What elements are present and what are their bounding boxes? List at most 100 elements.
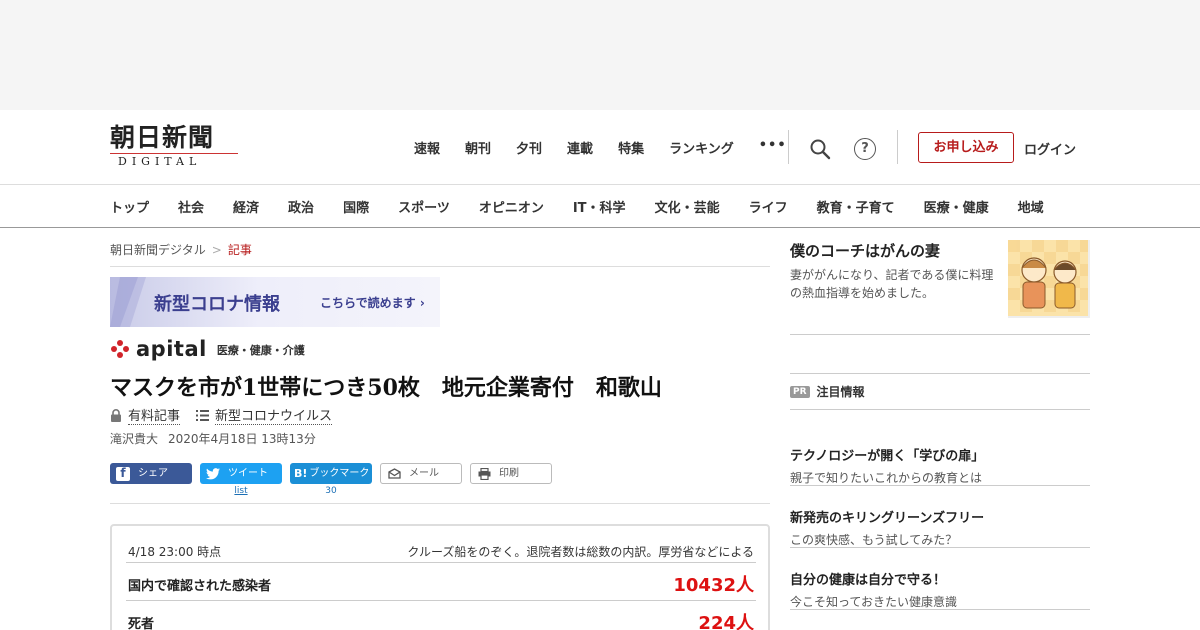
corona-info-banner[interactable]: 新型コロナ情報 こちらで読めます ›	[110, 277, 440, 327]
breadcrumb: 朝日新聞デジタル > 記事	[110, 241, 252, 258]
twitter-share-button[interactable]: ツイート	[200, 463, 282, 484]
divider	[790, 334, 1090, 335]
author-name: 滝沢貴大	[110, 432, 159, 446]
logo-main-text: 朝日新聞	[110, 123, 215, 152]
byline: 滝沢貴大 2020年4月18日 13時13分	[110, 430, 316, 447]
covid-note: クルーズ船をのぞく。退院者数は総数の内訳。厚労省などによる	[407, 545, 754, 559]
site-logo[interactable]: 朝日新聞 DIGITAL	[110, 124, 245, 174]
genre-culture[interactable]: 文化・芸能	[655, 197, 720, 216]
breadcrumb-current: 記事	[227, 243, 252, 257]
ad-placeholder	[0, 0, 1200, 110]
pr-item-title: 新発売のキリングリーンズフリー	[790, 511, 985, 526]
pr-label: 注目情報	[816, 385, 865, 399]
print-label: 印刷	[499, 468, 519, 479]
hatena-bookmark-label: ブックマーク	[309, 468, 370, 479]
covid-stat-label: 国内で確認された感染者	[128, 579, 272, 594]
hatena-bookmark-button[interactable]: B! ブックマーク	[290, 463, 372, 484]
twitter-count[interactable]: list	[200, 486, 282, 496]
pr-item-desc: 親子で知りたいこれからの教育とは	[790, 471, 983, 485]
pr-item[interactable]: 新発売のキリングリーンズフリー この爽快感、もう試してみた？	[790, 507, 1090, 548]
hatena-count[interactable]: 30	[290, 486, 372, 496]
feature-illustration[interactable]	[1008, 240, 1090, 318]
logo-underline	[110, 153, 238, 154]
help-icon[interactable]: ?	[854, 138, 876, 160]
genre-politics[interactable]: 政治	[288, 197, 314, 216]
pr-item[interactable]: 自分の健康は自分で守る！ 今こそ知っておきたい健康意識	[790, 569, 1090, 610]
subscribe-button[interactable]: お申し込み	[918, 132, 1014, 163]
list-icon	[196, 409, 210, 421]
covid-stat-value: 10432人	[673, 575, 754, 596]
apital-category: 医療・健康・介護	[216, 344, 305, 357]
publish-date: 2020年4月18日 13時13分	[168, 432, 316, 446]
more-menu-icon[interactable]: •••	[759, 138, 787, 157]
banner-link[interactable]: こちらで読めます ›	[320, 294, 425, 311]
paid-article-label: 有料記事	[128, 405, 181, 425]
divider	[790, 547, 1090, 548]
lock-icon	[111, 408, 121, 422]
topic-tag[interactable]: 新型コロナウイルス	[196, 405, 333, 425]
paid-article-tag[interactable]: 有料記事	[110, 405, 181, 425]
covid-stat-label: 死者	[128, 617, 155, 630]
mail-share-label: メール	[409, 468, 439, 479]
print-button[interactable]: 印刷	[470, 463, 552, 484]
topnav-ranking[interactable]: ランキング	[669, 138, 734, 157]
topnav-sokuho[interactable]: 速報	[414, 138, 440, 157]
facebook-share-button[interactable]: f シェア	[110, 463, 192, 484]
pr-item-desc: この爽快感、もう試してみた？	[790, 533, 958, 547]
breadcrumb-separator: >	[211, 243, 222, 257]
genre-sports[interactable]: スポーツ	[398, 197, 450, 216]
genre-life[interactable]: ライフ	[749, 197, 788, 216]
covid-stats-box: 4/18 23:00 時点 クルーズ船をのぞく。退院者数は総数の内訳。厚労省など…	[110, 524, 770, 630]
apital-wordmark: apital	[136, 337, 207, 361]
apital-dots-icon	[110, 339, 132, 359]
mail-share-button[interactable]: メール	[380, 463, 462, 484]
apital-logo: apital	[110, 338, 207, 360]
genre-opinion[interactable]: オピニオン	[479, 197, 544, 216]
pr-badge: PR	[790, 385, 810, 398]
covid-stat-value: 224人	[698, 613, 754, 630]
logo-sub-text: DIGITAL	[118, 155, 202, 168]
divider	[790, 485, 1090, 486]
site-header: 朝日新聞 DIGITAL 速報 朝刊 夕刊 連載 特集 ランキング ••• ? …	[0, 110, 1200, 185]
pr-item-title: テクノロジーが開く「学びの扉」	[790, 449, 985, 464]
apital-section-label[interactable]: apital 医療・健康・介護	[110, 336, 305, 360]
search-icon[interactable]	[808, 137, 832, 161]
divider	[790, 373, 1090, 374]
divider	[110, 503, 770, 504]
genre-society[interactable]: 社会	[178, 197, 204, 216]
twitter-share-label: ツイート	[228, 468, 268, 479]
article-tags: 有料記事 新型コロナウイルス	[110, 405, 348, 425]
article-headline: マスクを市が1世帯につき50枚 地元企業寄付 和歌山	[110, 375, 662, 401]
genre-economy[interactable]: 経済	[233, 197, 259, 216]
genre-nav: トップ 社会 経済 政治 国際 スポーツ オピニオン IT・科学 文化・芸能 ラ…	[0, 184, 1200, 228]
topic-label: 新型コロナウイルス	[215, 405, 333, 425]
breadcrumb-home[interactable]: 朝日新聞デジタル	[110, 243, 206, 257]
topnav-tokushu[interactable]: 特集	[618, 138, 644, 157]
header-divider	[788, 130, 789, 164]
genre-education[interactable]: 教育・子育て	[817, 197, 895, 216]
pr-item-desc: 今こそ知っておきたい健康意識	[790, 595, 958, 609]
genre-international[interactable]: 国際	[343, 197, 369, 216]
pr-item[interactable]: テクノロジーが開く「学びの扉」 親子で知りたいこれからの教育とは	[790, 445, 1090, 486]
mail-icon	[387, 467, 401, 481]
feature-description[interactable]: 妻ががんになり、記者である僕に料理の熱血指導を始めました。	[790, 266, 1005, 302]
divider	[110, 266, 770, 267]
covid-stats-meta: 4/18 23:00 時点 クルーズ船をのぞく。退院者数は総数の内訳。厚労省など…	[128, 543, 754, 560]
genre-health[interactable]: 医療・健康	[924, 197, 989, 216]
divider	[790, 609, 1090, 610]
divider	[790, 409, 1090, 410]
topnav-choukan[interactable]: 朝刊	[465, 138, 491, 157]
pr-header: PR 注目情報	[790, 383, 865, 400]
login-link[interactable]: ログイン	[1024, 139, 1076, 158]
covid-timestamp: 4/18 23:00 時点	[128, 545, 222, 559]
top-nav: 速報 朝刊 夕刊 連載 特集 ランキング •••	[414, 138, 787, 157]
topnav-rensai[interactable]: 連載	[567, 138, 593, 157]
genre-top[interactable]: トップ	[110, 197, 149, 216]
covid-stat-row: 死者 224人	[126, 600, 756, 630]
facebook-share-label: シェア	[138, 468, 168, 479]
genre-it-science[interactable]: IT・科学	[573, 197, 626, 216]
feature-title[interactable]: 僕のコーチはがんの妻	[790, 240, 940, 261]
pr-item-title: 自分の健康は自分で守る！	[790, 573, 947, 588]
topnav-yukan[interactable]: 夕刊	[516, 138, 542, 157]
genre-region[interactable]: 地域	[1018, 197, 1044, 216]
